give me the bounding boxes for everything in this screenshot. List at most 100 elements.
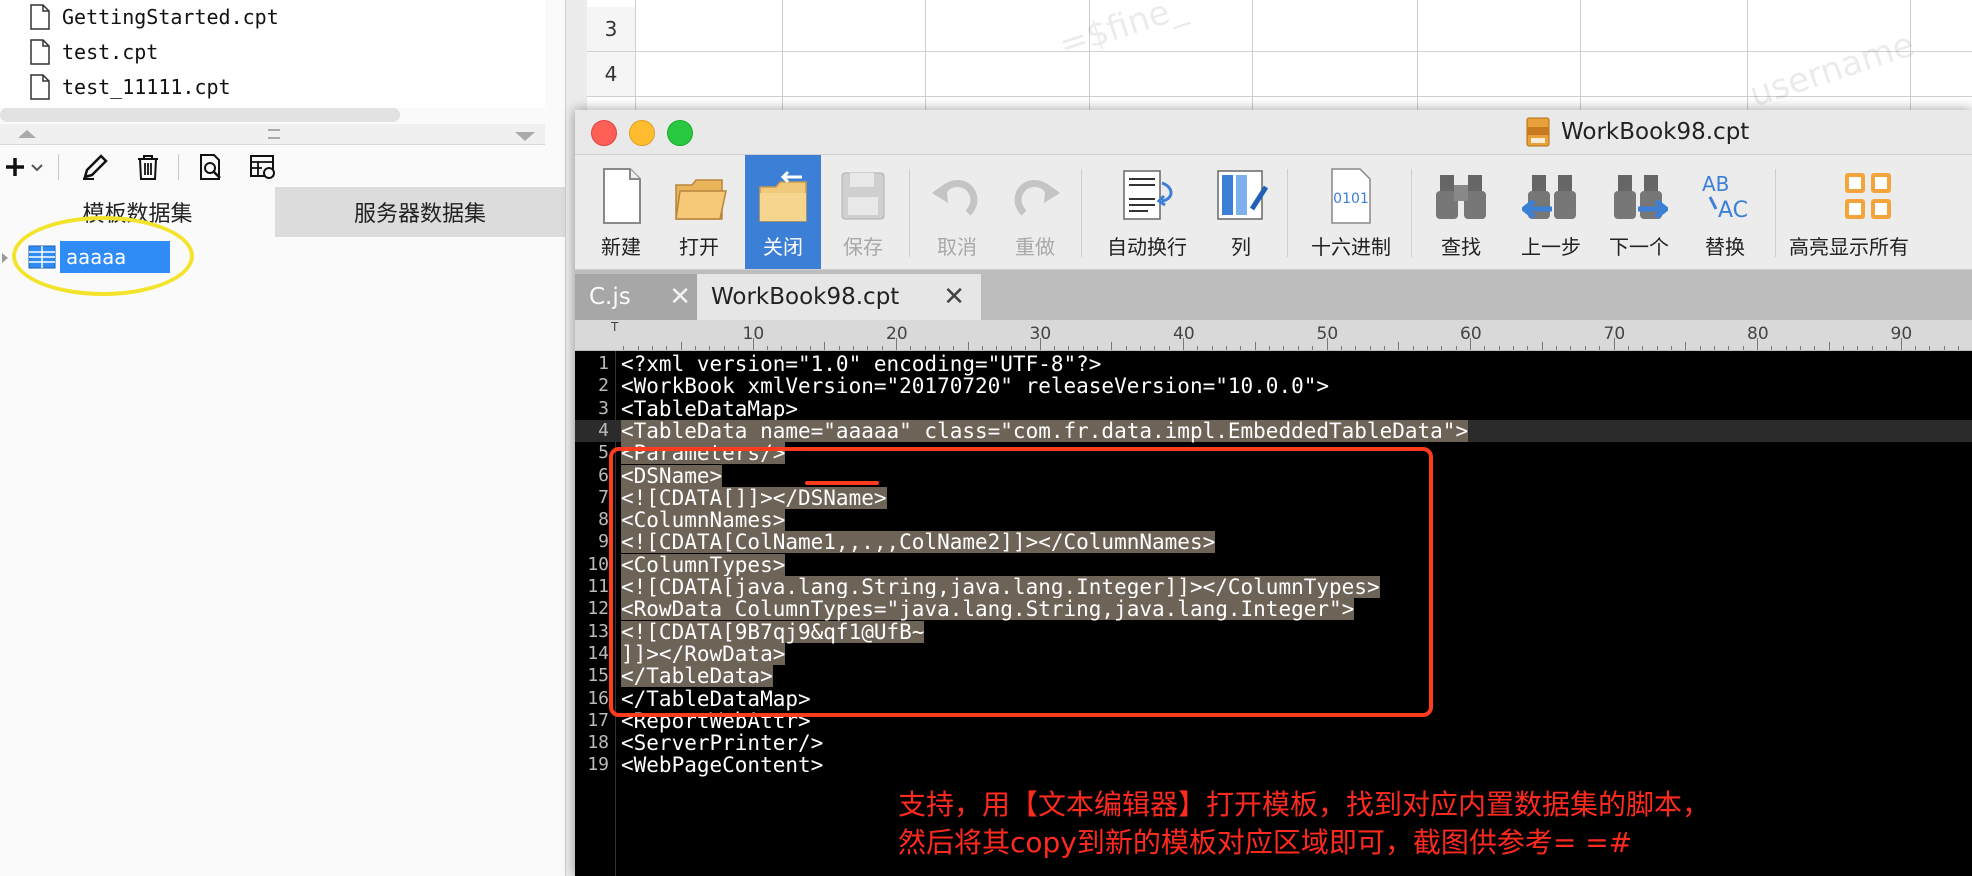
tool-label: 高亮显示所有 [1789, 235, 1909, 259]
line-number: 11 [587, 576, 609, 597]
code-line[interactable]: 4 <TableData name="aaaaa" class="com.fr.d… [575, 419, 1972, 442]
line-number: 7 [598, 486, 609, 508]
tab-workbook98[interactable]: WorkBook98.cpt ✕ [697, 274, 981, 320]
code-text[interactable]: <WorkBook xmlVersion="20170720" releaseV… [621, 375, 1329, 397]
code-line[interactable]: 1 <?xml version="1.0" encoding="UTF-8"?> [575, 353, 1972, 375]
ruler-tick [1398, 342, 1400, 350]
ruler-tick [1800, 346, 1802, 350]
line-number: 1 [598, 353, 609, 374]
tree-expand-icon[interactable] [2, 253, 8, 263]
code-line[interactable]: 2 <WorkBook xmlVersion="20170720" release… [575, 375, 1972, 397]
hex-mode-button[interactable]: 0101 十六进制 [1299, 155, 1403, 269]
tool-label: 打开 [679, 235, 719, 259]
file-item-test-11111[interactable]: test_11111.cpt [30, 70, 231, 104]
window-close-button[interactable] [591, 120, 617, 146]
code-line[interactable]: 18 <ServerPrinter/> [575, 732, 1972, 754]
open-button[interactable]: 打开 [661, 155, 737, 269]
file-item-gettingstarted[interactable]: GettingStarted.cpt [30, 0, 279, 34]
open-folder-icon [675, 179, 727, 220]
toolbar-separator [1411, 169, 1412, 257]
tab-server-datasets[interactable]: 服务器数据集 [275, 187, 565, 237]
replace-button[interactable]: AB AC 替换 [1687, 155, 1763, 269]
highlight-all-button[interactable]: 高亮显示所有 [1785, 155, 1972, 269]
ruler-mark: 30 [1029, 324, 1052, 344]
column-mode-button[interactable]: 列 [1203, 155, 1279, 269]
ruler-tick [867, 346, 869, 350]
new-button[interactable]: 新建 [583, 155, 659, 269]
document-icon [30, 39, 50, 65]
ruler-mark: 80 [1747, 324, 1769, 344]
code-text[interactable]: <TableDataMap> [621, 398, 798, 420]
ruler-tick [666, 346, 668, 350]
ruler-tick [982, 346, 984, 350]
ruler-tick [809, 346, 811, 350]
ruler-tick [852, 346, 854, 350]
code-line[interactable]: 3 <TableDataMap> [575, 398, 1972, 420]
code-text[interactable]: <TableData name="aaaaa" class="com.fr.da… [621, 419, 1469, 442]
ruler-tick [996, 346, 998, 350]
find-button[interactable]: 查找 [1423, 155, 1499, 269]
toolbar-separator [1287, 169, 1288, 257]
ruler-mark: 50 [1316, 324, 1339, 344]
row-header[interactable]: 4 [587, 52, 636, 97]
close-file-button[interactable]: 关闭 [745, 155, 821, 269]
window-title-bar[interactable]: WorkBook98.cpt [575, 110, 1972, 155]
ruler-tick [766, 346, 768, 350]
panel-split-bar[interactable] [0, 124, 545, 145]
ruler-tick [1828, 342, 1830, 350]
code-text[interactable]: <?xml version="1.0" encoding="UTF-8"?> [621, 353, 1101, 375]
ruler-tick [1914, 346, 1916, 350]
ruler-tick [637, 346, 639, 350]
tool-label: 重做 [1015, 235, 1055, 259]
collapse-up-icon[interactable] [18, 130, 36, 138]
close-icon[interactable]: ✕ [943, 282, 965, 312]
watermark-text: =$fine_ [1054, 0, 1191, 66]
preview-search-icon[interactable] [196, 152, 226, 182]
add-icon[interactable] [2, 152, 28, 182]
toolbar-separator [178, 154, 179, 180]
collapse-down-icon[interactable] [515, 132, 535, 141]
dropdown-arrow-icon[interactable] [30, 152, 44, 182]
find-previous-button[interactable]: 上一步 [1509, 155, 1593, 269]
line-number: 15 [587, 665, 609, 687]
dataset-settings-icon[interactable] [248, 152, 278, 182]
file-list-horizontal-scrollbar[interactable] [0, 108, 400, 122]
ruler-mark: 40 [1173, 324, 1195, 344]
undo-button[interactable]: 取消 [919, 155, 995, 269]
close-icon[interactable]: ✕ [669, 282, 691, 312]
tab-c-js[interactable]: C.js ✕ [575, 274, 707, 320]
grid-line [1580, 0, 1581, 110]
line-number: 10 [587, 553, 609, 575]
ruler-tick [1226, 346, 1228, 350]
window-minimize-button[interactable] [629, 120, 655, 146]
ruler-mark: 60 [1460, 324, 1482, 344]
ruler-tick [1053, 346, 1055, 350]
editor-toolbar: 新建 打开 关闭 保存 取消 重做 自动换行 列 0101 十六进制 查找 上一… [575, 155, 1972, 270]
code-text[interactable]: <WebPageContent> [621, 754, 823, 776]
file-name: test.cpt [62, 40, 159, 64]
edit-pencil-icon[interactable] [80, 152, 110, 182]
tool-label: 十六进制 [1311, 235, 1391, 259]
code-line[interactable]: 19 <WebPageContent> [575, 754, 1972, 776]
redo-button[interactable]: 重做 [997, 155, 1073, 269]
ruler-tick [1642, 346, 1644, 350]
delete-trash-icon[interactable] [133, 152, 163, 182]
window-zoom-button[interactable] [667, 120, 693, 146]
line-number: 18 [587, 732, 609, 754]
save-icon [841, 172, 885, 220]
drag-grip-icon[interactable] [268, 129, 280, 139]
save-button[interactable]: 保存 [825, 155, 901, 269]
tool-label: 自动换行 [1107, 235, 1187, 259]
code-text[interactable]: <ServerPrinter/> [621, 732, 823, 754]
ruler-tick [1886, 346, 1888, 350]
ruler-tick [1771, 346, 1773, 350]
word-wrap-button[interactable]: 自动换行 [1095, 155, 1199, 269]
file-item-test[interactable]: test.cpt [30, 35, 158, 69]
row-header[interactable]: 3 [587, 7, 636, 52]
toolbar-separator [1081, 169, 1082, 257]
find-next-button[interactable]: 下一个 [1597, 155, 1681, 269]
template-file-list: GettingStarted.cpt test.cpt test_11111.c… [0, 0, 545, 108]
ruler-tick [881, 346, 883, 350]
annotation-line: 支持，用【文本编辑器】打开模板，找到对应内置数据集的脚本， [898, 788, 1711, 821]
grid-line [635, 51, 1972, 52]
